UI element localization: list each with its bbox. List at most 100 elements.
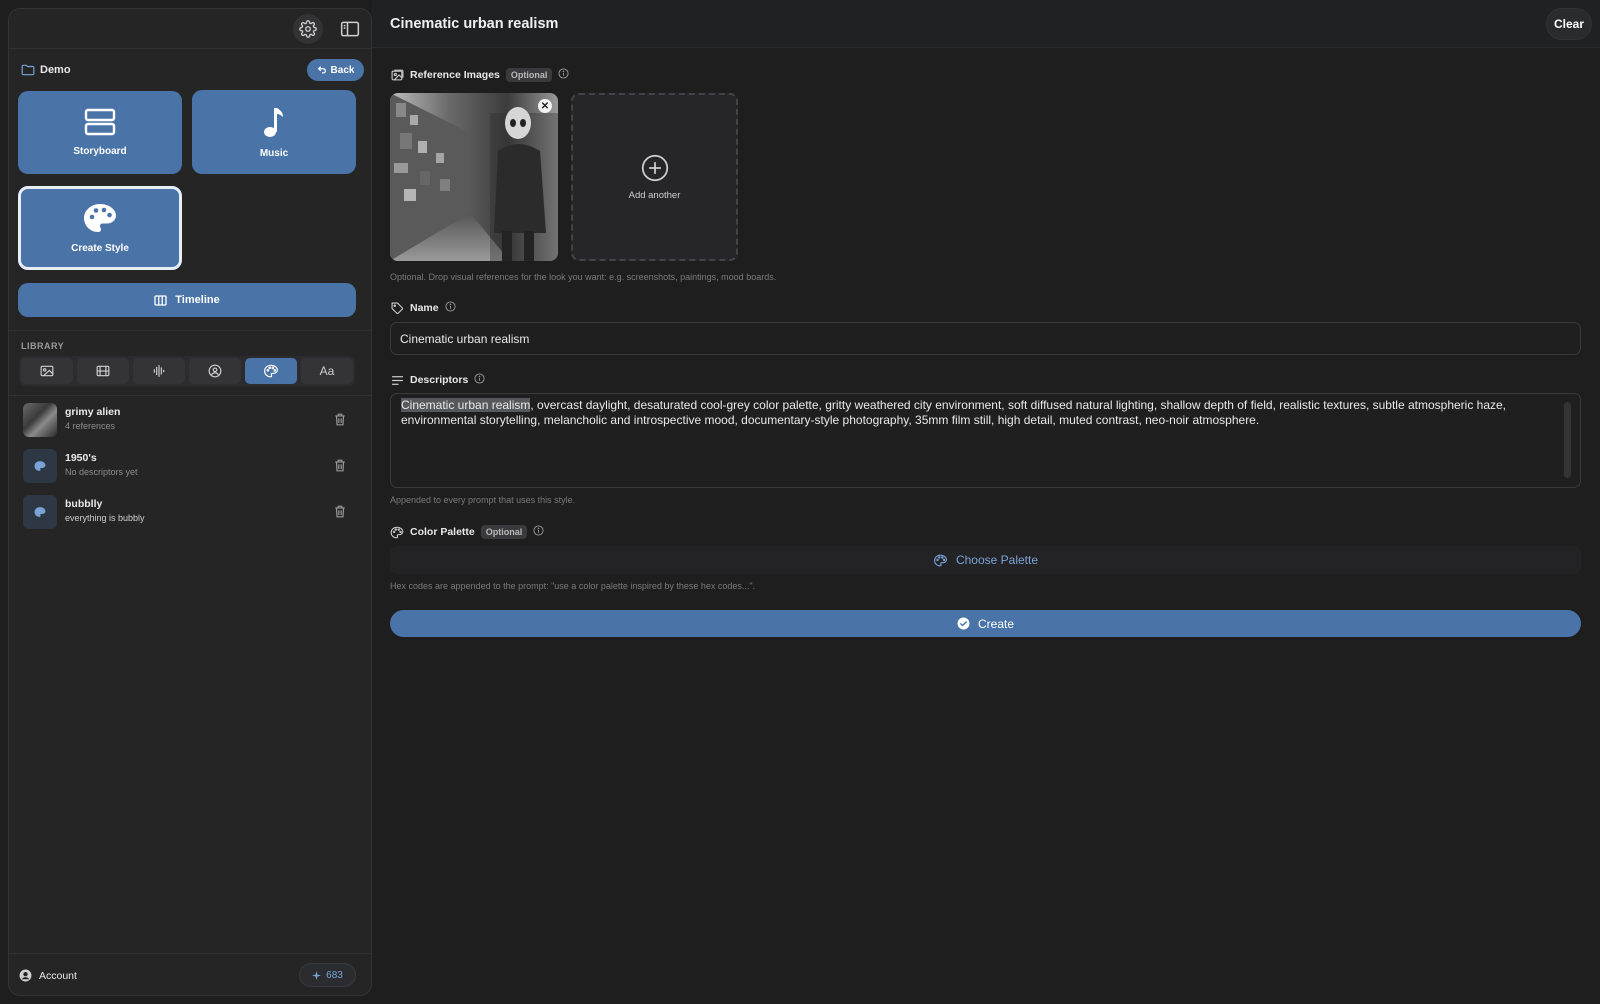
library-item-subtitle: 4 references bbox=[65, 421, 116, 431]
info-icon[interactable] bbox=[474, 373, 485, 387]
descriptors-text: , overcast daylight, desaturated cool-gr… bbox=[401, 398, 1507, 427]
color-palette-title: Color Palette bbox=[410, 526, 475, 538]
text-align-icon bbox=[390, 373, 404, 387]
music-label: Music bbox=[259, 147, 289, 159]
storyboard-icon bbox=[84, 108, 116, 136]
sidebar-panel-icon bbox=[340, 21, 360, 37]
name-label: Name bbox=[390, 301, 456, 315]
credits-count: 683 bbox=[326, 969, 343, 981]
create-label: Create bbox=[977, 616, 1015, 631]
library-heading: LIBRARY bbox=[21, 341, 65, 351]
folder-icon bbox=[21, 64, 35, 79]
library-item[interactable]: 1950's No descriptors yet bbox=[9, 444, 371, 490]
tab-text[interactable]: Aa bbox=[301, 358, 353, 384]
tab-audio[interactable] bbox=[133, 358, 185, 384]
music-tile[interactable]: Music bbox=[192, 90, 356, 174]
sparkle-icon bbox=[312, 970, 322, 980]
account-bar: Account 683 bbox=[9, 953, 371, 995]
descriptors-textarea[interactable]: Cinematic urban realism, overcast daylig… bbox=[390, 393, 1581, 488]
toggle-sidebar-button[interactable] bbox=[335, 14, 365, 44]
name-value: Cinematic urban realism bbox=[400, 331, 530, 346]
library-item-subtitle: No descriptors yet bbox=[65, 467, 138, 477]
project-name: Demo bbox=[40, 64, 71, 76]
style-thumbnail bbox=[23, 403, 57, 437]
info-icon[interactable] bbox=[445, 301, 456, 315]
tab-images[interactable] bbox=[21, 358, 73, 384]
timeline-label: Timeline bbox=[175, 294, 220, 306]
palette-icon bbox=[390, 525, 404, 539]
project-row: Demo Back bbox=[9, 53, 371, 89]
undo-arrow-icon bbox=[317, 66, 326, 74]
style-thumbnail bbox=[23, 495, 57, 529]
scrollbar[interactable] bbox=[1564, 402, 1571, 478]
tab-video[interactable] bbox=[77, 358, 129, 384]
palette-icon bbox=[34, 461, 46, 471]
credits-badge[interactable]: 683 bbox=[299, 963, 356, 987]
library-item-title: 1950's bbox=[65, 452, 97, 464]
library-tabs: Aa bbox=[19, 356, 355, 386]
choose-palette-button[interactable]: Choose Palette bbox=[390, 546, 1581, 574]
reference-image-thumbnail[interactable] bbox=[390, 93, 558, 261]
add-another-label: Add another bbox=[628, 189, 681, 201]
selected-text: Cinematic urban realism bbox=[401, 398, 531, 412]
descriptors-label: Descriptors bbox=[390, 373, 485, 387]
optional-badge: Optional bbox=[505, 68, 553, 82]
back-button[interactable]: Back bbox=[307, 59, 364, 81]
optional-badge: Optional bbox=[480, 525, 528, 539]
close-icon: ✕ bbox=[540, 100, 550, 112]
color-palette-label: Color Palette Optional bbox=[390, 525, 544, 539]
trash-icon[interactable] bbox=[334, 413, 346, 429]
settings-button[interactable] bbox=[293, 14, 323, 44]
library-item-title: grimy alien bbox=[65, 406, 121, 418]
reference-photo bbox=[390, 93, 558, 261]
tab-styles[interactable] bbox=[245, 358, 297, 384]
library-item[interactable]: bubblly everything is bubbly bbox=[9, 490, 371, 536]
library-item-subtitle: everything is bubbly bbox=[65, 513, 145, 523]
sidebar: Demo Back Storyboard Music Create Style … bbox=[8, 8, 372, 996]
plus-circle-icon bbox=[641, 154, 668, 181]
account-icon bbox=[19, 969, 32, 985]
remove-reference-button[interactable]: ✕ bbox=[538, 99, 552, 113]
image-icon bbox=[40, 365, 54, 377]
sidebar-toolbar bbox=[9, 9, 371, 49]
palette-icon bbox=[84, 203, 116, 232]
style-thumbnail bbox=[23, 449, 57, 483]
film-icon bbox=[96, 365, 110, 377]
main-header: Cinematic urban realism Clear bbox=[372, 0, 1600, 48]
info-icon[interactable] bbox=[533, 525, 544, 539]
check-circle-icon bbox=[957, 617, 970, 630]
images-icon bbox=[390, 68, 404, 82]
library-item-title: bubblly bbox=[65, 498, 103, 510]
divider bbox=[9, 330, 371, 331]
choose-palette-label: Choose Palette bbox=[955, 553, 1039, 567]
palette-icon bbox=[34, 507, 46, 517]
trash-icon[interactable] bbox=[334, 505, 346, 521]
page-title: Cinematic urban realism bbox=[390, 16, 559, 32]
library-item[interactable]: grimy alien 4 references bbox=[9, 398, 371, 444]
name-input[interactable]: Cinematic urban realism bbox=[390, 322, 1581, 355]
palette-icon bbox=[934, 554, 947, 566]
palette-icon bbox=[264, 364, 278, 378]
trash-icon[interactable] bbox=[334, 459, 346, 475]
color-palette-helper: Hex codes are appended to the prompt: "u… bbox=[390, 581, 756, 591]
clear-button[interactable]: Clear bbox=[1546, 8, 1592, 40]
columns-icon bbox=[154, 294, 167, 306]
storyboard-tile[interactable]: Storyboard bbox=[18, 91, 182, 174]
create-button[interactable]: Create bbox=[390, 610, 1581, 637]
storyboard-label: Storyboard bbox=[73, 146, 127, 157]
add-reference-button[interactable]: Add another bbox=[571, 93, 738, 261]
account-button[interactable]: Account bbox=[39, 970, 77, 982]
name-title: Name bbox=[410, 302, 439, 314]
info-icon[interactable] bbox=[558, 68, 569, 82]
back-label: Back bbox=[330, 64, 355, 76]
person-icon bbox=[208, 364, 222, 378]
reference-images-title: Reference Images bbox=[410, 69, 500, 81]
tag-icon bbox=[390, 301, 404, 315]
tab-characters[interactable] bbox=[189, 358, 241, 384]
create-style-tile[interactable]: Create Style bbox=[18, 186, 182, 270]
timeline-button[interactable]: Timeline bbox=[18, 283, 356, 317]
music-note-icon bbox=[264, 107, 283, 137]
descriptors-title: Descriptors bbox=[410, 374, 469, 386]
audio-waveform-icon bbox=[153, 365, 165, 377]
gear-icon bbox=[299, 20, 317, 38]
